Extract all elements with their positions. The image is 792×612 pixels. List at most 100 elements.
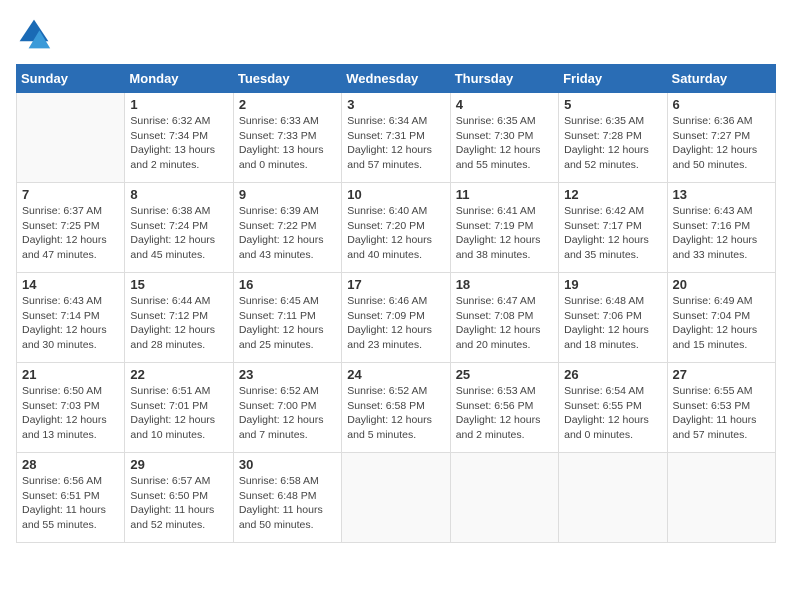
day-info: Sunrise: 6:45 AMSunset: 7:11 PMDaylight:… — [239, 294, 336, 353]
calendar-cell: 19 Sunrise: 6:48 AMSunset: 7:06 PMDaylig… — [559, 273, 667, 363]
day-info: Sunrise: 6:52 AMSunset: 7:00 PMDaylight:… — [239, 384, 336, 443]
day-info: Sunrise: 6:48 AMSunset: 7:06 PMDaylight:… — [564, 294, 661, 353]
day-number: 5 — [564, 97, 661, 112]
calendar-cell: 30 Sunrise: 6:58 AMSunset: 6:48 PMDaylig… — [233, 453, 341, 543]
day-number: 23 — [239, 367, 336, 382]
day-number: 10 — [347, 187, 444, 202]
logo — [16, 16, 56, 52]
day-info: Sunrise: 6:54 AMSunset: 6:55 PMDaylight:… — [564, 384, 661, 443]
header-tuesday: Tuesday — [233, 65, 341, 93]
day-number: 7 — [22, 187, 119, 202]
day-info: Sunrise: 6:57 AMSunset: 6:50 PMDaylight:… — [130, 474, 227, 533]
week-row-0: 1 Sunrise: 6:32 AMSunset: 7:34 PMDayligh… — [17, 93, 776, 183]
week-row-3: 21 Sunrise: 6:50 AMSunset: 7:03 PMDaylig… — [17, 363, 776, 453]
day-number: 9 — [239, 187, 336, 202]
day-number: 17 — [347, 277, 444, 292]
calendar-cell — [559, 453, 667, 543]
day-number: 27 — [673, 367, 770, 382]
calendar-cell: 15 Sunrise: 6:44 AMSunset: 7:12 PMDaylig… — [125, 273, 233, 363]
day-number: 19 — [564, 277, 661, 292]
day-number: 14 — [22, 277, 119, 292]
day-info: Sunrise: 6:40 AMSunset: 7:20 PMDaylight:… — [347, 204, 444, 263]
calendar-cell: 3 Sunrise: 6:34 AMSunset: 7:31 PMDayligh… — [342, 93, 450, 183]
calendar-cell: 7 Sunrise: 6:37 AMSunset: 7:25 PMDayligh… — [17, 183, 125, 273]
calendar-cell: 14 Sunrise: 6:43 AMSunset: 7:14 PMDaylig… — [17, 273, 125, 363]
day-info: Sunrise: 6:37 AMSunset: 7:25 PMDaylight:… — [22, 204, 119, 263]
day-info: Sunrise: 6:38 AMSunset: 7:24 PMDaylight:… — [130, 204, 227, 263]
day-number: 6 — [673, 97, 770, 112]
calendar-cell: 29 Sunrise: 6:57 AMSunset: 6:50 PMDaylig… — [125, 453, 233, 543]
day-number: 2 — [239, 97, 336, 112]
day-number: 8 — [130, 187, 227, 202]
calendar-cell: 11 Sunrise: 6:41 AMSunset: 7:19 PMDaylig… — [450, 183, 558, 273]
day-info: Sunrise: 6:56 AMSunset: 6:51 PMDaylight:… — [22, 474, 119, 533]
calendar-cell: 24 Sunrise: 6:52 AMSunset: 6:58 PMDaylig… — [342, 363, 450, 453]
day-info: Sunrise: 6:53 AMSunset: 6:56 PMDaylight:… — [456, 384, 553, 443]
calendar-cell: 13 Sunrise: 6:43 AMSunset: 7:16 PMDaylig… — [667, 183, 775, 273]
day-number: 24 — [347, 367, 444, 382]
day-number: 18 — [456, 277, 553, 292]
day-number: 11 — [456, 187, 553, 202]
day-info: Sunrise: 6:43 AMSunset: 7:14 PMDaylight:… — [22, 294, 119, 353]
calendar-cell: 4 Sunrise: 6:35 AMSunset: 7:30 PMDayligh… — [450, 93, 558, 183]
day-number: 16 — [239, 277, 336, 292]
day-info: Sunrise: 6:52 AMSunset: 6:58 PMDaylight:… — [347, 384, 444, 443]
day-info: Sunrise: 6:39 AMSunset: 7:22 PMDaylight:… — [239, 204, 336, 263]
week-row-4: 28 Sunrise: 6:56 AMSunset: 6:51 PMDaylig… — [17, 453, 776, 543]
calendar-cell: 26 Sunrise: 6:54 AMSunset: 6:55 PMDaylig… — [559, 363, 667, 453]
calendar-cell: 1 Sunrise: 6:32 AMSunset: 7:34 PMDayligh… — [125, 93, 233, 183]
calendar-cell — [17, 93, 125, 183]
calendar-table: SundayMondayTuesdayWednesdayThursdayFrid… — [16, 64, 776, 543]
day-info: Sunrise: 6:32 AMSunset: 7:34 PMDaylight:… — [130, 114, 227, 173]
day-info: Sunrise: 6:51 AMSunset: 7:01 PMDaylight:… — [130, 384, 227, 443]
day-info: Sunrise: 6:34 AMSunset: 7:31 PMDaylight:… — [347, 114, 444, 173]
calendar-cell: 9 Sunrise: 6:39 AMSunset: 7:22 PMDayligh… — [233, 183, 341, 273]
day-number: 25 — [456, 367, 553, 382]
day-number: 22 — [130, 367, 227, 382]
calendar-cell: 8 Sunrise: 6:38 AMSunset: 7:24 PMDayligh… — [125, 183, 233, 273]
calendar-cell: 5 Sunrise: 6:35 AMSunset: 7:28 PMDayligh… — [559, 93, 667, 183]
day-info: Sunrise: 6:58 AMSunset: 6:48 PMDaylight:… — [239, 474, 336, 533]
calendar-cell — [342, 453, 450, 543]
day-number: 26 — [564, 367, 661, 382]
day-info: Sunrise: 6:43 AMSunset: 7:16 PMDaylight:… — [673, 204, 770, 263]
calendar-cell — [450, 453, 558, 543]
calendar-cell: 2 Sunrise: 6:33 AMSunset: 7:33 PMDayligh… — [233, 93, 341, 183]
calendar-cell: 16 Sunrise: 6:45 AMSunset: 7:11 PMDaylig… — [233, 273, 341, 363]
calendar-cell: 23 Sunrise: 6:52 AMSunset: 7:00 PMDaylig… — [233, 363, 341, 453]
day-number: 1 — [130, 97, 227, 112]
day-number: 4 — [456, 97, 553, 112]
day-info: Sunrise: 6:47 AMSunset: 7:08 PMDaylight:… — [456, 294, 553, 353]
page-header — [16, 16, 776, 52]
header-sunday: Sunday — [17, 65, 125, 93]
day-info: Sunrise: 6:35 AMSunset: 7:28 PMDaylight:… — [564, 114, 661, 173]
day-info: Sunrise: 6:44 AMSunset: 7:12 PMDaylight:… — [130, 294, 227, 353]
day-info: Sunrise: 6:46 AMSunset: 7:09 PMDaylight:… — [347, 294, 444, 353]
header-saturday: Saturday — [667, 65, 775, 93]
day-number: 29 — [130, 457, 227, 472]
day-number: 20 — [673, 277, 770, 292]
calendar-cell: 27 Sunrise: 6:55 AMSunset: 6:53 PMDaylig… — [667, 363, 775, 453]
calendar-cell: 25 Sunrise: 6:53 AMSunset: 6:56 PMDaylig… — [450, 363, 558, 453]
calendar-cell: 6 Sunrise: 6:36 AMSunset: 7:27 PMDayligh… — [667, 93, 775, 183]
day-info: Sunrise: 6:55 AMSunset: 6:53 PMDaylight:… — [673, 384, 770, 443]
day-info: Sunrise: 6:42 AMSunset: 7:17 PMDaylight:… — [564, 204, 661, 263]
day-number: 12 — [564, 187, 661, 202]
logo-icon — [16, 16, 52, 52]
week-row-1: 7 Sunrise: 6:37 AMSunset: 7:25 PMDayligh… — [17, 183, 776, 273]
calendar-header-row: SundayMondayTuesdayWednesdayThursdayFrid… — [17, 65, 776, 93]
day-number: 28 — [22, 457, 119, 472]
header-wednesday: Wednesday — [342, 65, 450, 93]
day-number: 15 — [130, 277, 227, 292]
day-info: Sunrise: 6:49 AMSunset: 7:04 PMDaylight:… — [673, 294, 770, 353]
calendar-cell: 28 Sunrise: 6:56 AMSunset: 6:51 PMDaylig… — [17, 453, 125, 543]
day-info: Sunrise: 6:50 AMSunset: 7:03 PMDaylight:… — [22, 384, 119, 443]
header-friday: Friday — [559, 65, 667, 93]
header-monday: Monday — [125, 65, 233, 93]
day-number: 3 — [347, 97, 444, 112]
calendar-cell: 20 Sunrise: 6:49 AMSunset: 7:04 PMDaylig… — [667, 273, 775, 363]
day-info: Sunrise: 6:41 AMSunset: 7:19 PMDaylight:… — [456, 204, 553, 263]
day-number: 13 — [673, 187, 770, 202]
day-info: Sunrise: 6:35 AMSunset: 7:30 PMDaylight:… — [456, 114, 553, 173]
calendar-cell: 18 Sunrise: 6:47 AMSunset: 7:08 PMDaylig… — [450, 273, 558, 363]
